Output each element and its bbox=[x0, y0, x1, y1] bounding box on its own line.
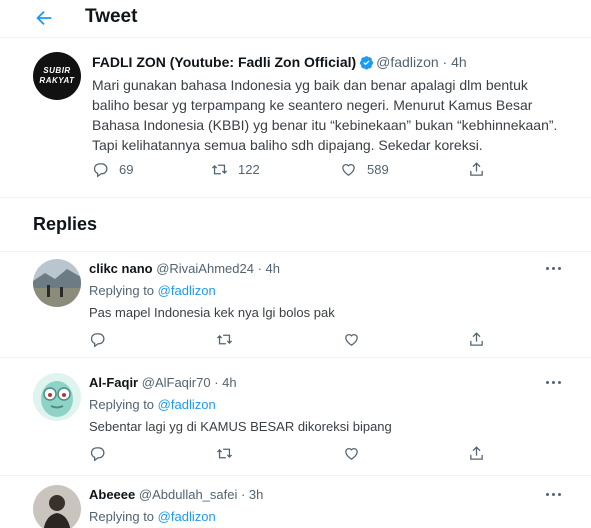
tweet-text-line: Bahasa Indonesia (KBBI) yg benar itu “ke… bbox=[92, 117, 558, 133]
tweet-actions: 69 122 589 bbox=[92, 161, 492, 181]
tweet-time[interactable]: · 4h bbox=[443, 54, 467, 70]
author-name[interactable]: FADLI ZON (Youtube: Fadli Zon Official) bbox=[92, 54, 356, 70]
share-icon bbox=[470, 332, 483, 346]
replying-label: Replying to bbox=[89, 397, 155, 412]
reply-text: Sebentar lagi yg di KAMUS BESAR dikoreks… bbox=[89, 419, 392, 434]
person-photo-icon bbox=[33, 485, 81, 528]
landscape-photo-icon bbox=[33, 259, 81, 307]
avatar[interactable] bbox=[33, 259, 81, 307]
main-tweet: SUBIR RAKYAT FADLI ZON (Youtube: Fadli Z… bbox=[0, 38, 591, 198]
tweet-text-line: Tapi kelihatannya semua baliho sdh dipaj… bbox=[92, 137, 483, 153]
replying-to: Replying to @fadlizon bbox=[89, 283, 216, 298]
avatar-logo-top: SUBIR bbox=[43, 66, 71, 75]
page-title: Tweet bbox=[85, 6, 138, 27]
reply-time[interactable]: · 4h bbox=[214, 375, 236, 390]
replying-label: Replying to bbox=[89, 283, 155, 298]
cartoon-face-icon bbox=[33, 373, 81, 421]
verified-badge-icon bbox=[360, 56, 374, 70]
author-handle[interactable]: @fadlizon bbox=[376, 54, 438, 70]
reply-time[interactable]: · 4h bbox=[258, 261, 280, 276]
retweet-icon bbox=[211, 164, 228, 175]
reply-icon bbox=[90, 447, 105, 462]
reply-actions bbox=[89, 331, 489, 351]
avatar[interactable] bbox=[33, 485, 81, 528]
arrow-left-icon[interactable] bbox=[33, 7, 55, 29]
reply-header: Al-Faqir @AlFaqir70 · 4h bbox=[89, 375, 237, 390]
more-icon[interactable] bbox=[546, 380, 564, 386]
like-button[interactable]: 589 bbox=[340, 161, 389, 178]
reply-item[interactable]: Al-Faqir @AlFaqir70 · 4h Replying to @fa… bbox=[0, 366, 591, 476]
tweet-text-line: Mari gunakan bahasa Indonesia yg baik da… bbox=[92, 77, 528, 93]
reply-header: Abeeee @Abdullah_safei · 3h bbox=[89, 487, 263, 502]
author-handle[interactable]: @RivaiAhmed24 bbox=[156, 261, 254, 276]
avatar[interactable]: SUBIR RAKYAT bbox=[33, 52, 81, 100]
author-name[interactable]: Abeeee bbox=[89, 487, 135, 502]
reply-button[interactable] bbox=[89, 331, 106, 348]
reply-icon bbox=[90, 333, 105, 348]
reply-item[interactable]: Abeeee @Abdullah_safei · 3h Replying to … bbox=[0, 478, 591, 528]
replies-title: Replies bbox=[33, 214, 98, 234]
reply-icon bbox=[93, 163, 108, 178]
replying-label: Replying to bbox=[89, 509, 155, 524]
avatar-logo-bottom: RAKYAT bbox=[39, 76, 75, 85]
like-count: 589 bbox=[367, 162, 389, 177]
reply-time[interactable]: · 3h bbox=[241, 487, 263, 502]
replying-to: Replying to @fadlizon bbox=[89, 509, 216, 524]
replying-to-link[interactable]: @fadlizon bbox=[158, 509, 216, 524]
more-icon[interactable] bbox=[546, 266, 564, 272]
retweet-button[interactable] bbox=[216, 445, 233, 462]
reply-item[interactable]: clikc nano @RivaiAhmed24 · 4h Replying t… bbox=[0, 252, 591, 358]
author-handle[interactable]: @AlFaqir70 bbox=[142, 375, 211, 390]
author-handle[interactable]: @Abdullah_safei bbox=[139, 487, 237, 502]
reply-header: clikc nano @RivaiAhmed24 · 4h bbox=[89, 261, 280, 276]
share-icon bbox=[470, 446, 483, 460]
page-header: Tweet bbox=[0, 0, 591, 38]
tweet-text: Mari gunakan bahasa Indonesia yg baik da… bbox=[92, 75, 562, 155]
retweet-icon bbox=[216, 334, 233, 345]
like-button[interactable] bbox=[343, 331, 360, 348]
retweet-button[interactable]: 122 bbox=[211, 161, 260, 178]
reply-actions bbox=[89, 445, 489, 465]
replying-to-link[interactable]: @fadlizon bbox=[158, 283, 216, 298]
share-button[interactable] bbox=[468, 445, 485, 462]
tweet-header: FADLI ZON (Youtube: Fadli Zon Official) @… bbox=[92, 54, 467, 70]
retweet-icon bbox=[216, 448, 233, 459]
reply-button[interactable]: 69 bbox=[92, 161, 133, 178]
replies-section-header: Replies bbox=[0, 198, 591, 252]
avatar[interactable] bbox=[33, 373, 81, 421]
retweet-button[interactable] bbox=[216, 331, 233, 348]
retweet-count: 122 bbox=[238, 162, 260, 177]
author-name[interactable]: clikc nano bbox=[89, 261, 153, 276]
reply-text: Pas mapel Indonesia kek nya lgi bolos pa… bbox=[89, 305, 335, 320]
more-icon[interactable] bbox=[546, 492, 564, 498]
author-name[interactable]: Al-Faqir bbox=[89, 375, 138, 390]
heart-icon bbox=[345, 448, 358, 460]
heart-icon bbox=[342, 164, 355, 176]
replying-to: Replying to @fadlizon bbox=[89, 397, 216, 412]
reply-button[interactable] bbox=[89, 445, 106, 462]
share-icon bbox=[470, 162, 483, 176]
replying-to-link[interactable]: @fadlizon bbox=[158, 397, 216, 412]
share-button[interactable] bbox=[468, 331, 485, 348]
reply-count: 69 bbox=[119, 162, 134, 177]
share-button[interactable] bbox=[468, 161, 485, 178]
tweet-text-line: baliho besar yg terpampang ke seantero n… bbox=[92, 97, 533, 113]
heart-icon bbox=[345, 334, 358, 346]
like-button[interactable] bbox=[343, 445, 360, 462]
